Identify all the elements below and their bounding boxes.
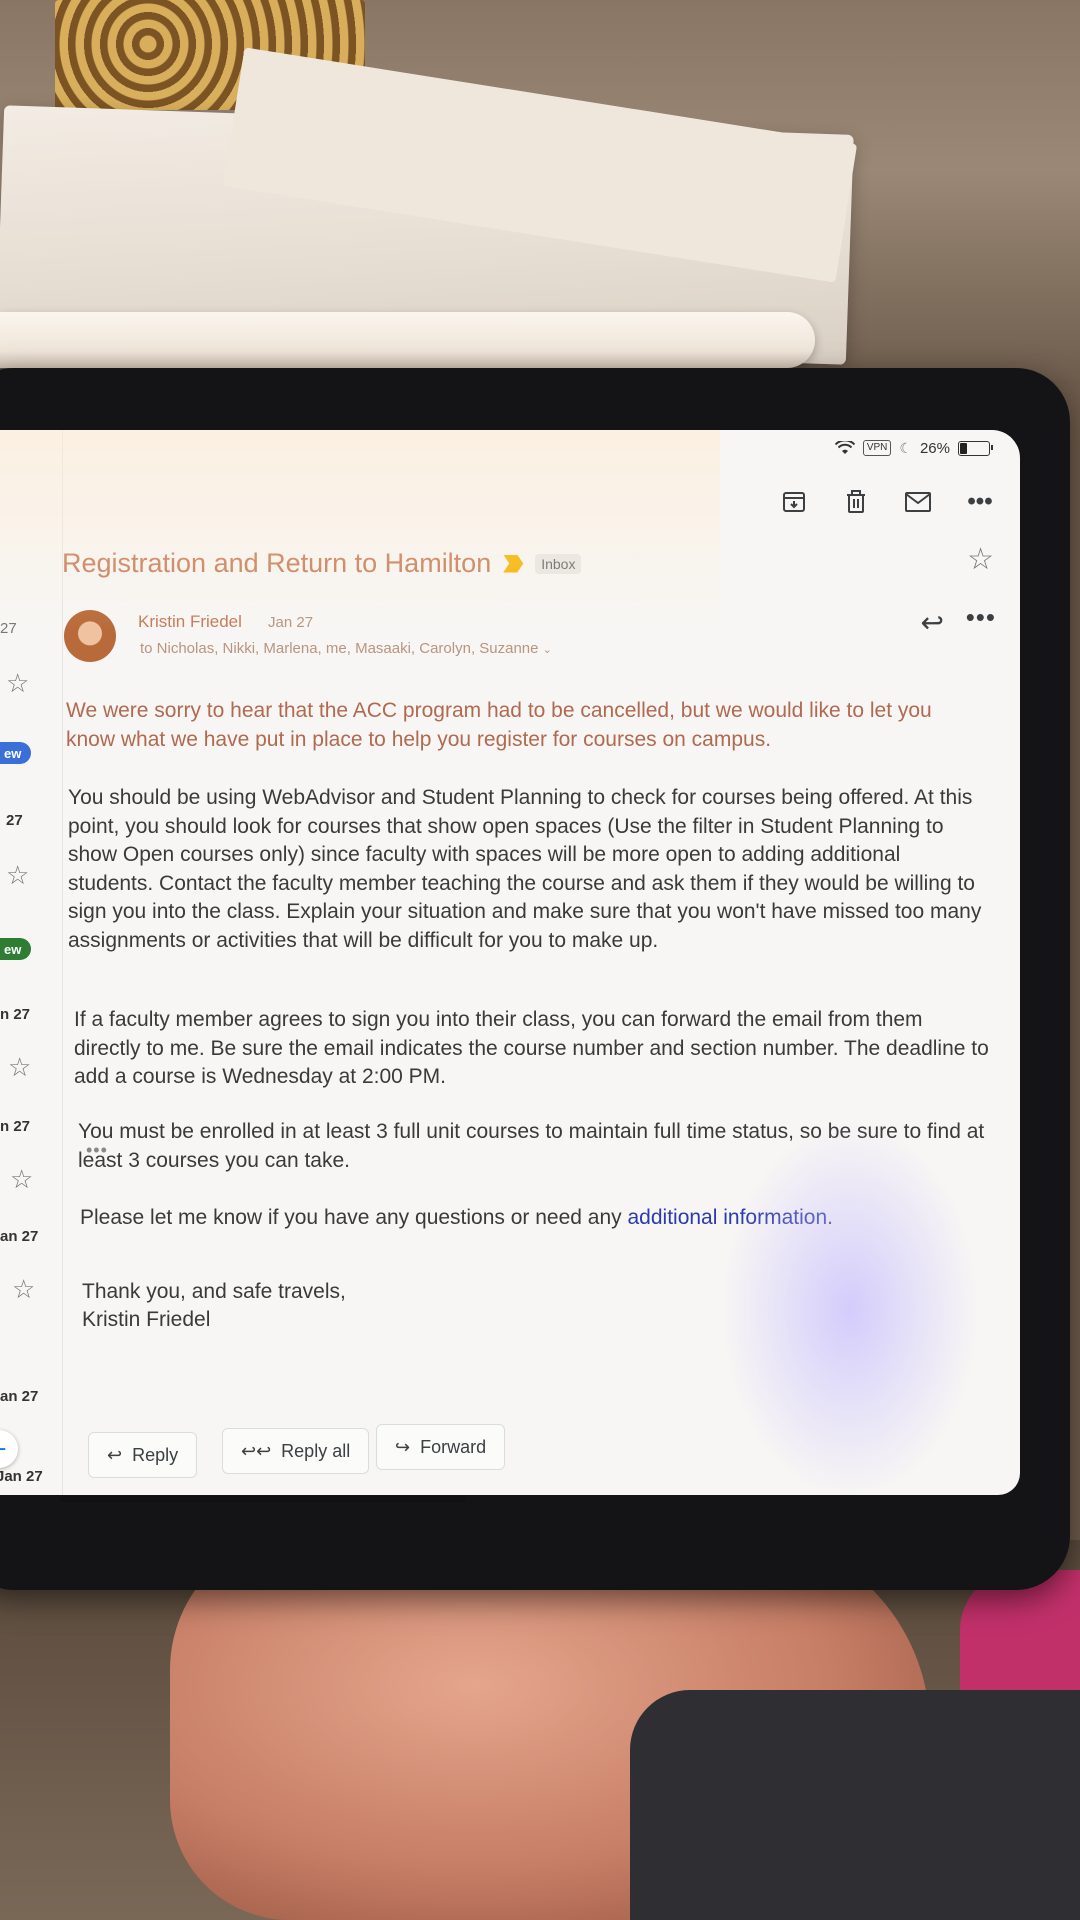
list-date: n 27 — [0, 1118, 31, 1135]
sender-name: Kristin Friedel — [138, 612, 242, 631]
sender-date: Jan 27 — [268, 614, 314, 631]
signoff-line: Thank you, and safe travels, — [82, 1280, 346, 1303]
reply-icon: ↩ — [107, 1444, 123, 1465]
more-icon[interactable]: ••• — [960, 482, 1000, 522]
status-bar: VPN ☾ 26% — [834, 436, 993, 460]
body-paragraph: You must be enrolled in at least 3 full … — [78, 1120, 985, 1172]
mail-icon[interactable] — [898, 482, 938, 522]
forward-button[interactable]: ↪ Forward — [376, 1424, 506, 1470]
email-subject: Registration and Return to Hamilton Inbo… — [62, 548, 582, 579]
recipients-text: to Nicholas, Nikki, Marlena, me, Masaaki… — [140, 640, 539, 657]
star-icon[interactable]: ☆ — [10, 1164, 33, 1195]
list-date: n 27 — [0, 1006, 31, 1023]
more-icon[interactable]: ••• — [966, 602, 996, 633]
vpn-badge: VPN — [862, 440, 892, 456]
screen-glare — [0, 430, 720, 630]
reply-icon[interactable]: ↩ — [921, 606, 944, 639]
new-pill: ew — [0, 938, 32, 960]
reply-button[interactable]: ↩ Reply — [88, 1432, 198, 1478]
list-date: 27 — [6, 812, 23, 829]
list-date: an 27 — [0, 1228, 39, 1245]
forward-button-label: Forward — [420, 1436, 487, 1457]
avatar[interactable] — [64, 610, 116, 662]
highlighted-text: additional information — [627, 1206, 828, 1229]
star-icon[interactable]: ☆ — [6, 860, 29, 891]
reply-all-button[interactable]: ↩↩ Reply all — [222, 1428, 370, 1474]
importance-marker-icon[interactable] — [503, 554, 524, 573]
reply-all-button-label: Reply all — [281, 1440, 351, 1461]
trimmed-content-toggle[interactable]: ••• — [86, 1140, 108, 1161]
message-list-strip: 27 ☆ ew 27 ☆ ew n 27 ☆ n 27 ☆ an 27 ☆ an… — [0, 430, 63, 1495]
list-date: 27 — [0, 620, 17, 637]
trash-icon[interactable] — [836, 482, 876, 522]
star-icon[interactable]: ☆ — [967, 542, 994, 577]
battery-percent: 26% — [919, 439, 950, 457]
list-date: Jan 27 — [0, 1468, 43, 1485]
pencil-photo — [0, 312, 815, 368]
recipients-line[interactable]: to Nicholas, Nikki, Marlena, me, Masaaki… — [140, 640, 552, 657]
list-date: an 27 — [0, 1388, 39, 1405]
archive-icon[interactable] — [774, 482, 814, 522]
star-icon[interactable]: ☆ — [8, 1052, 31, 1083]
signature-name: Kristin Friedel — [82, 1308, 211, 1331]
body-paragraph: You should be using WebAdvisor and Stude… — [68, 786, 982, 952]
compose-fab[interactable]: + — [0, 1430, 18, 1468]
email-toolbar: ••• — [774, 482, 1000, 522]
wifi-icon — [834, 441, 855, 454]
body-paragraph: If a faculty member agrees to sign you i… — [74, 1008, 989, 1088]
battery-icon — [958, 440, 993, 456]
subject-text: Registration and Return to Hamilton — [62, 548, 492, 578]
battery-fill — [960, 442, 967, 454]
new-pill: ew — [0, 742, 32, 764]
sleeve-photo — [630, 1690, 1080, 1920]
body-paragraph: We were sorry to hear that the ACC progr… — [66, 699, 932, 751]
moon-icon: ☾ — [899, 439, 912, 456]
home-indicator[interactable] — [60, 1496, 466, 1502]
reply-all-icon: ↩↩ — [241, 1440, 272, 1461]
inbox-label[interactable]: Inbox — [535, 553, 582, 574]
tablet-screen: VPN ☾ 26% ••• 27 ☆ ew 27 ☆ ew n 27 ☆ n 2… — [0, 430, 1020, 1495]
forward-icon: ↪ — [395, 1436, 411, 1457]
body-paragraph: Please let me know if you have any quest… — [80, 1206, 833, 1229]
star-icon[interactable]: ☆ — [6, 668, 29, 699]
star-icon[interactable]: ☆ — [12, 1274, 35, 1305]
chevron-down-icon[interactable]: ⌄ — [543, 644, 552, 656]
reply-button-label: Reply — [132, 1444, 179, 1465]
